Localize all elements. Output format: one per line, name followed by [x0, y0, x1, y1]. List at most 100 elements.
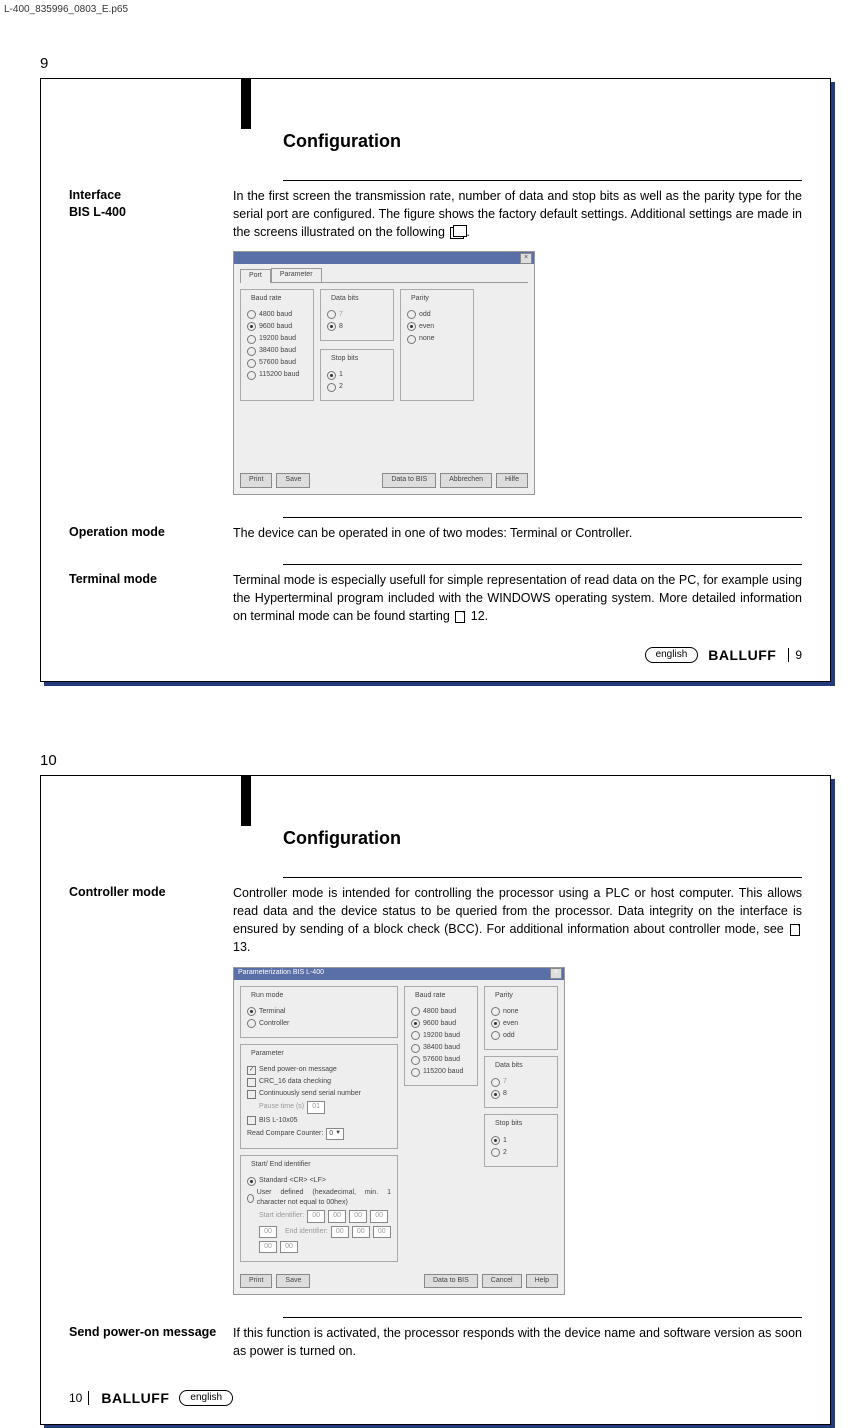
radio[interactable] — [491, 1007, 500, 1016]
data-to-bis-button[interactable]: Data to BIS — [424, 1274, 478, 1288]
radio[interactable] — [411, 1044, 420, 1053]
radio[interactable] — [327, 310, 336, 319]
radio[interactable] — [491, 1148, 500, 1157]
divider — [283, 517, 802, 518]
section-label: Send power-on message — [69, 1324, 233, 1360]
end-id-label: End identifier: — [285, 1227, 328, 1237]
radio[interactable] — [327, 383, 336, 392]
radio[interactable] — [247, 1007, 256, 1016]
brand-logo: BALLUFF — [101, 1390, 169, 1406]
hex-input[interactable]: 00 — [328, 1210, 346, 1222]
radio[interactable] — [491, 1090, 500, 1099]
radio[interactable] — [411, 1007, 420, 1016]
radio[interactable] — [247, 1177, 256, 1186]
hex-input[interactable]: 00 — [307, 1210, 325, 1222]
section-tail: 13. — [233, 940, 250, 954]
section-interface: Interface BIS L-400 In the first screen … — [69, 187, 802, 495]
divider — [283, 180, 802, 181]
radio[interactable] — [327, 371, 336, 380]
divider — [283, 564, 802, 565]
page-number: 9 — [788, 648, 802, 662]
group-stopbits: Stop bits 1 2 — [484, 1114, 558, 1166]
hex-input[interactable]: 00 — [373, 1226, 391, 1238]
print-button[interactable]: Print — [240, 473, 272, 487]
section-label: Operation mode — [69, 524, 233, 542]
abort-button[interactable]: Abbrechen — [440, 473, 492, 487]
dialog-buttons: Print Save Data to BIS Cancel Help — [234, 1268, 564, 1294]
radio[interactable] — [327, 322, 336, 331]
close-icon[interactable]: × — [520, 253, 532, 264]
opt-label: 38400 baud — [259, 346, 296, 356]
group-stopbits: Stop bits 1 2 — [320, 349, 394, 401]
radio[interactable] — [247, 310, 256, 319]
opt-label: 8 — [339, 322, 343, 332]
hex-input[interactable]: 00 — [370, 1210, 388, 1222]
print-button[interactable]: Print — [240, 1274, 272, 1288]
help-button[interactable]: Hilfe — [496, 473, 528, 487]
radio[interactable] — [247, 347, 256, 356]
radio[interactable] — [247, 322, 256, 331]
radio[interactable] — [247, 371, 256, 380]
tab-parameter[interactable]: Parameter — [271, 268, 322, 281]
radio[interactable] — [407, 322, 416, 331]
opt-label: odd — [419, 310, 431, 320]
hex-input[interactable]: 00 — [352, 1226, 370, 1238]
hex-input[interactable]: 00 — [259, 1226, 277, 1238]
section-text: Terminal mode is especially usefull for … — [233, 573, 802, 623]
opt-label: even — [503, 1019, 518, 1029]
page-title: Configuration — [283, 131, 802, 152]
cancel-button[interactable]: Cancel — [482, 1274, 522, 1288]
radio[interactable] — [247, 1019, 256, 1028]
checkbox[interactable] — [247, 1066, 256, 1075]
page-icon — [455, 611, 465, 623]
checkbox[interactable] — [247, 1090, 256, 1099]
radio[interactable] — [411, 1031, 420, 1040]
opt-label: 1 — [503, 1136, 507, 1146]
radio[interactable] — [411, 1019, 420, 1028]
data-to-bis-button[interactable]: Data to BIS — [382, 473, 436, 487]
hex-input[interactable]: 00 — [280, 1241, 298, 1253]
section-controller-mode: Controller mode Controller mode is inten… — [69, 884, 802, 1295]
hex-input[interactable]: 00 — [349, 1210, 367, 1222]
radio[interactable] — [491, 1031, 500, 1040]
radio[interactable] — [247, 335, 256, 344]
save-button[interactable]: Save — [276, 473, 310, 487]
tab-port[interactable]: Port — [240, 269, 271, 282]
radio[interactable] — [491, 1019, 500, 1028]
radio[interactable] — [407, 310, 416, 319]
radio[interactable] — [411, 1068, 420, 1077]
help-button[interactable]: Help — [526, 1274, 558, 1288]
radio[interactable] — [247, 359, 256, 368]
opt-label: 9600 baud — [259, 322, 292, 332]
section-text: Controller mode is intended for controll… — [233, 886, 802, 936]
save-button[interactable]: Save — [276, 1274, 310, 1288]
radio[interactable] — [411, 1056, 420, 1065]
radio[interactable] — [491, 1078, 500, 1087]
page-number: 10 — [69, 1391, 89, 1405]
page-icon — [790, 924, 800, 936]
group-legend: Data bits — [329, 294, 361, 304]
radio[interactable] — [407, 335, 416, 344]
page-9-card: Configuration Interface BIS L-400 In the… — [40, 78, 831, 682]
hex-input[interactable]: 00 — [259, 1241, 277, 1253]
checkbox[interactable] — [247, 1078, 256, 1087]
opt-label: Standard <CR> <LF> — [259, 1176, 326, 1186]
checkbox[interactable] — [247, 1116, 256, 1125]
section-text: In the first screen the transmission rat… — [233, 189, 802, 239]
radio[interactable] — [247, 1194, 254, 1203]
group-baud: Baud rate 4800 baud 9600 baud 19200 baud… — [240, 289, 314, 402]
pausetime-input[interactable]: 01 — [307, 1101, 325, 1113]
rcc-select[interactable]: 0▼ — [326, 1128, 344, 1140]
opt-label: 7 — [503, 1077, 507, 1087]
opt-label: 4800 baud — [259, 310, 292, 320]
group-parity: Parity odd even none — [400, 289, 474, 402]
opt-label: none — [503, 1007, 519, 1017]
hex-input[interactable]: 00 — [331, 1226, 349, 1238]
radio[interactable] — [491, 1136, 500, 1145]
opt-label: 115200 baud — [259, 370, 299, 380]
section-marker — [241, 79, 251, 129]
start-id-label: Start identifier: — [259, 1211, 304, 1221]
section-label: Interface BIS L-400 — [69, 187, 233, 495]
section-terminal-mode: Terminal mode Terminal mode is especiall… — [69, 571, 802, 625]
close-icon[interactable]: × — [550, 968, 562, 979]
